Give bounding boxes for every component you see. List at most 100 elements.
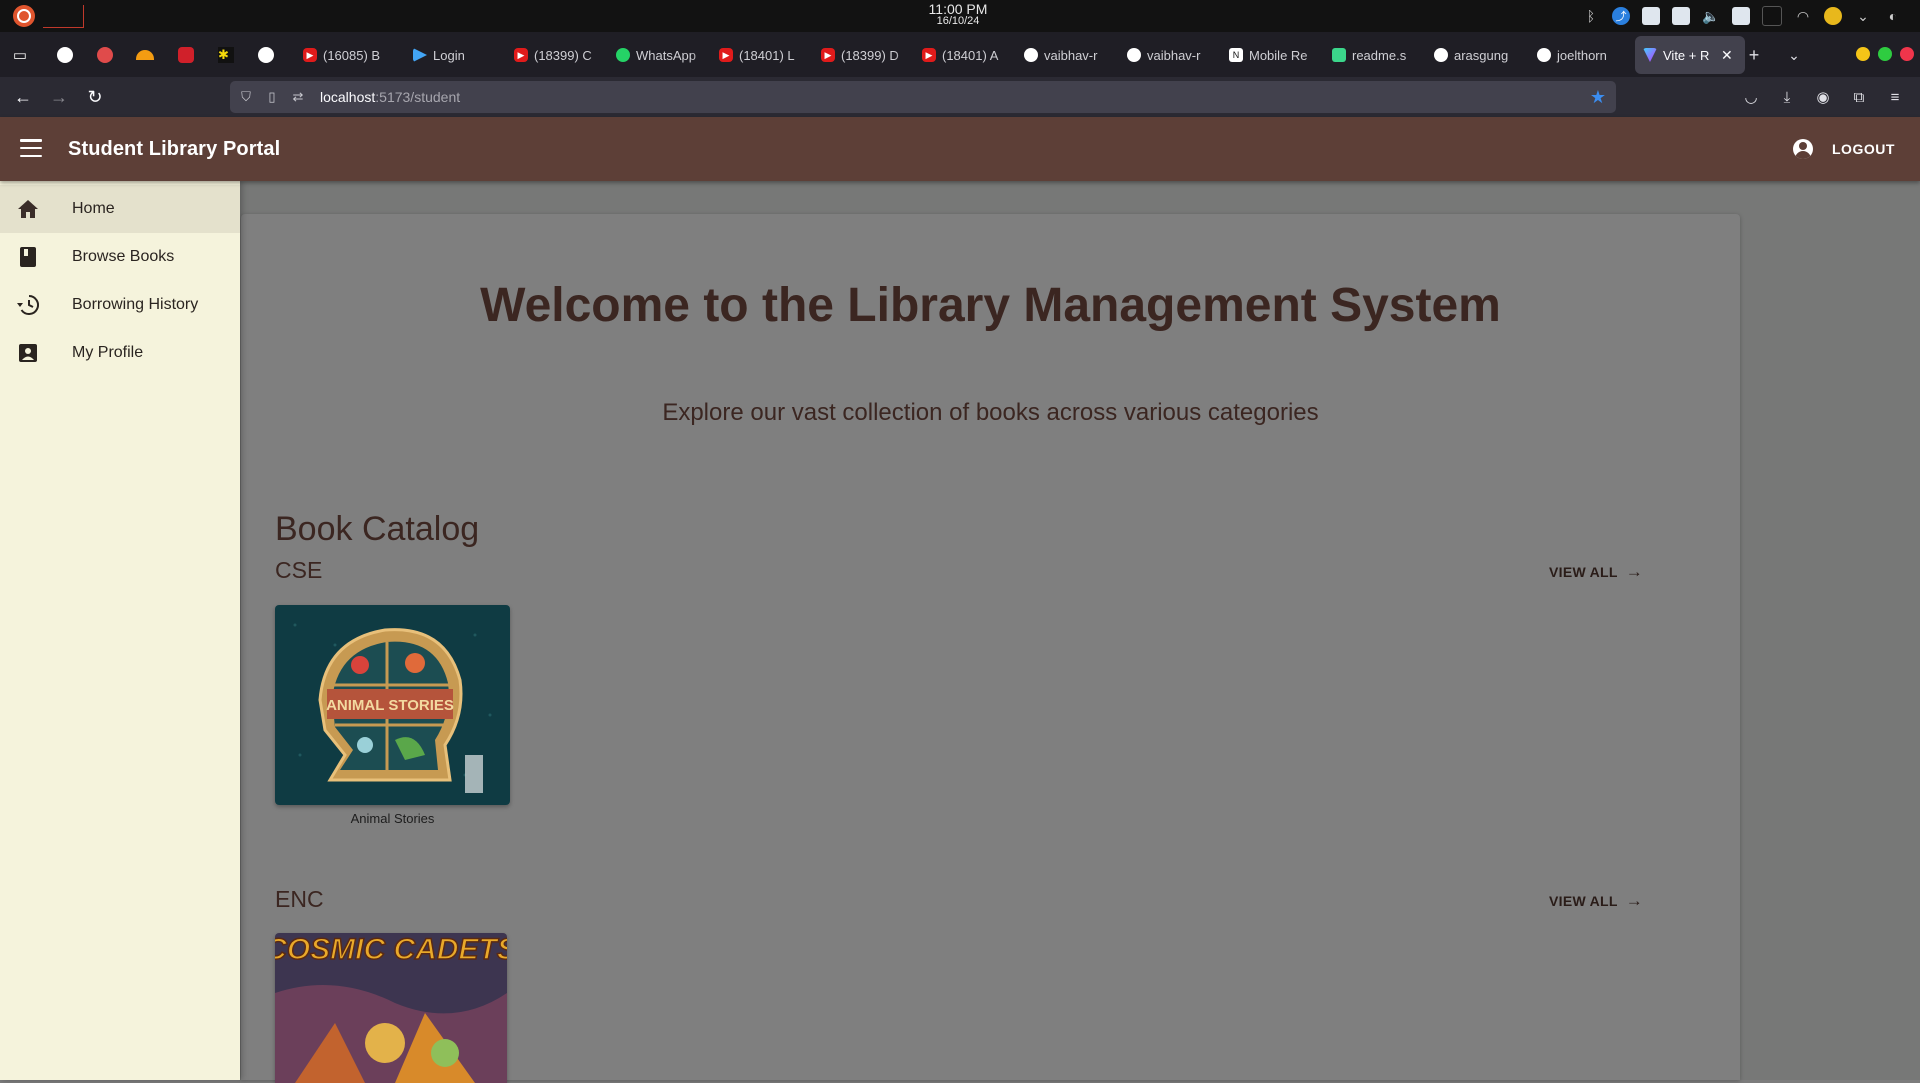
github-icon (1127, 48, 1141, 62)
system-tray: ᛒ ⤴ 🔈 ◠ ⌄ ◐ (1582, 6, 1902, 26)
view-all-button-enc[interactable]: VIEW ALL → (1549, 891, 1643, 911)
book-cover-animal-stories[interactable]: ANIMAL STORIES (275, 605, 510, 805)
view-all-label: VIEW ALL (1549, 893, 1618, 909)
ubuntu-logo-icon[interactable] (13, 5, 35, 27)
browser-tab[interactable]: Login (409, 36, 506, 74)
back-arrow-icon[interactable]: ← (10, 84, 36, 110)
category-heading-cse: CSE (275, 557, 323, 583)
new-tab-button[interactable]: + (1741, 42, 1767, 68)
url-host: localhost (320, 89, 376, 105)
hamburger-menu-icon[interactable] (20, 139, 42, 157)
notes-icon[interactable] (1642, 7, 1660, 25)
book-icon (17, 246, 39, 268)
address-bar[interactable]: ⛉ ▯ ⇄ localhost:5173/student ★ (230, 81, 1616, 113)
tab-label: readme.s (1352, 47, 1407, 63)
browser-tab-strip: ▭ ✱ ▶ (16085) B Login ▶ (18399) C WhatsApp ▶ (1… (0, 32, 1920, 77)
browser-tab[interactable]: ▶ (18401) A (918, 36, 1016, 74)
browser-tab[interactable]: arasgung (1430, 36, 1529, 74)
page-icon[interactable]: ▯ (264, 89, 280, 105)
drawer-label-my-profile: My Profile (72, 344, 144, 361)
extensions-icon[interactable]: ⧉ (1847, 85, 1871, 109)
github-icon (1024, 48, 1038, 62)
tab-label: WhatsApp (636, 47, 696, 63)
browser-tab[interactable]: ▶ (18399) C (510, 36, 608, 74)
account-icon[interactable]: ◉ (1811, 85, 1835, 109)
tab-label: Vite + R (1663, 47, 1709, 63)
youtube-icon: ▶ (514, 48, 528, 62)
drawer-item-browse-books[interactable]: Browse Books (0, 233, 240, 281)
profile-icon (17, 342, 39, 364)
pocket-icon[interactable]: ◡ (1739, 85, 1763, 109)
list-tabs-chevron-icon[interactable]: ⌄ (1781, 42, 1807, 68)
browser-tab[interactable]: N Mobile Re (1225, 36, 1324, 74)
share-icon[interactable]: ⤴ (1612, 7, 1630, 25)
arrow-right-icon: → (1625, 562, 1644, 581)
menu-icon[interactable]: ≡ (1883, 85, 1907, 109)
drawer-item-my-profile[interactable]: My Profile (0, 329, 240, 377)
browser-tab[interactable]: readme.s (1328, 36, 1426, 74)
book-cover-text: ANIMAL STORIES (326, 697, 454, 714)
home-card: Welcome to the Library Management System… (241, 214, 1740, 1083)
tab-label: (18399) D (841, 47, 899, 63)
view-all-button-cse[interactable]: VIEW ALL → (1549, 562, 1643, 582)
chevron-down-icon[interactable]: ⌄ (1854, 7, 1872, 25)
drawer-label-home: Home (72, 200, 115, 217)
forward-arrow-icon[interactable]: → (46, 84, 72, 110)
category-heading-enc: ENC (275, 886, 324, 912)
app-title: Student Library Portal (68, 138, 281, 160)
system-monitor-graph (43, 5, 84, 28)
browser-tab[interactable]: ▶ (18399) D (817, 36, 914, 74)
bookmark-star-icon[interactable]: ★ (1590, 87, 1606, 108)
tab-label: joelthorn (1557, 47, 1607, 63)
pinned-github-icon-2[interactable] (253, 42, 279, 68)
maximize-window-button[interactable] (1878, 47, 1892, 61)
youtube-icon: ▶ (922, 48, 936, 62)
battery-icon[interactable] (1824, 7, 1842, 25)
tab-label: (18399) C (534, 47, 592, 63)
permissions-icon[interactable]: ⇄ (290, 89, 306, 105)
browser-tab[interactable]: joelthorn (1533, 36, 1629, 74)
download-icon[interactable]: ⤓ (1775, 85, 1799, 109)
power-icon[interactable]: ◐ (1884, 7, 1902, 25)
pinned-app-icon[interactable] (92, 42, 118, 68)
pinned-star-icon[interactable]: ✱ (213, 42, 239, 68)
browser-tab[interactable]: ▶ (16085) B (299, 36, 405, 74)
tab-overview-icon[interactable]: ▭ (7, 42, 33, 68)
view-all-label: VIEW ALL (1549, 564, 1618, 580)
whatsapp-icon (616, 48, 630, 62)
clipboard-icon[interactable] (1672, 7, 1690, 25)
pinned-github-icon[interactable] (52, 42, 78, 68)
bluetooth-icon[interactable]: ᛒ (1582, 7, 1600, 25)
app-bar: Student Library Portal LOGOUT (0, 117, 1920, 181)
close-window-button[interactable] (1900, 47, 1914, 61)
browser-tab[interactable]: vaibhav-r (1123, 36, 1221, 74)
volume-icon[interactable]: 🔈 (1702, 7, 1720, 25)
browser-tab[interactable]: vaibhav-r (1020, 36, 1119, 74)
drawer-item-home[interactable]: Home (0, 185, 240, 233)
book-title-animal-stories[interactable]: Animal Stories (275, 811, 510, 826)
book-cover-cosmic-cadets[interactable]: COSMIC CADETS (275, 933, 507, 1083)
wifi-icon[interactable]: ◠ (1794, 7, 1812, 25)
vite-icon (1643, 48, 1657, 62)
logout-button[interactable]: LOGOUT (1832, 141, 1895, 157)
account-circle-icon[interactable] (1793, 139, 1813, 159)
pinned-media-icon[interactable] (173, 42, 199, 68)
close-tab-icon[interactable]: ✕ (1721, 47, 1733, 64)
os-clock[interactable]: 11:00 PM 16/10/24 (900, 2, 1016, 27)
pinned-cloud-icon[interactable] (132, 42, 158, 68)
browser-tab[interactable]: ▶ (18401) L (715, 36, 813, 74)
minimize-window-button[interactable] (1856, 47, 1870, 61)
browser-tab[interactable]: WhatsApp (612, 36, 711, 74)
history-icon (17, 294, 39, 316)
os-date: 16/10/24 (936, 15, 980, 27)
tab-active[interactable]: Vite + R ✕ (1635, 36, 1745, 74)
document-icon[interactable] (1732, 7, 1750, 25)
reload-icon[interactable]: ↻ (82, 84, 108, 110)
github-icon (1434, 48, 1448, 62)
drawer-item-borrowing-history[interactable]: Borrowing History (0, 281, 240, 329)
folder-icon[interactable] (1762, 6, 1782, 26)
tab-label: (16085) B (323, 47, 381, 63)
url-text[interactable]: localhost:5173/student (320, 89, 460, 105)
tab-label: vaibhav-r (1044, 47, 1098, 63)
shield-icon[interactable]: ⛉ (238, 89, 254, 105)
